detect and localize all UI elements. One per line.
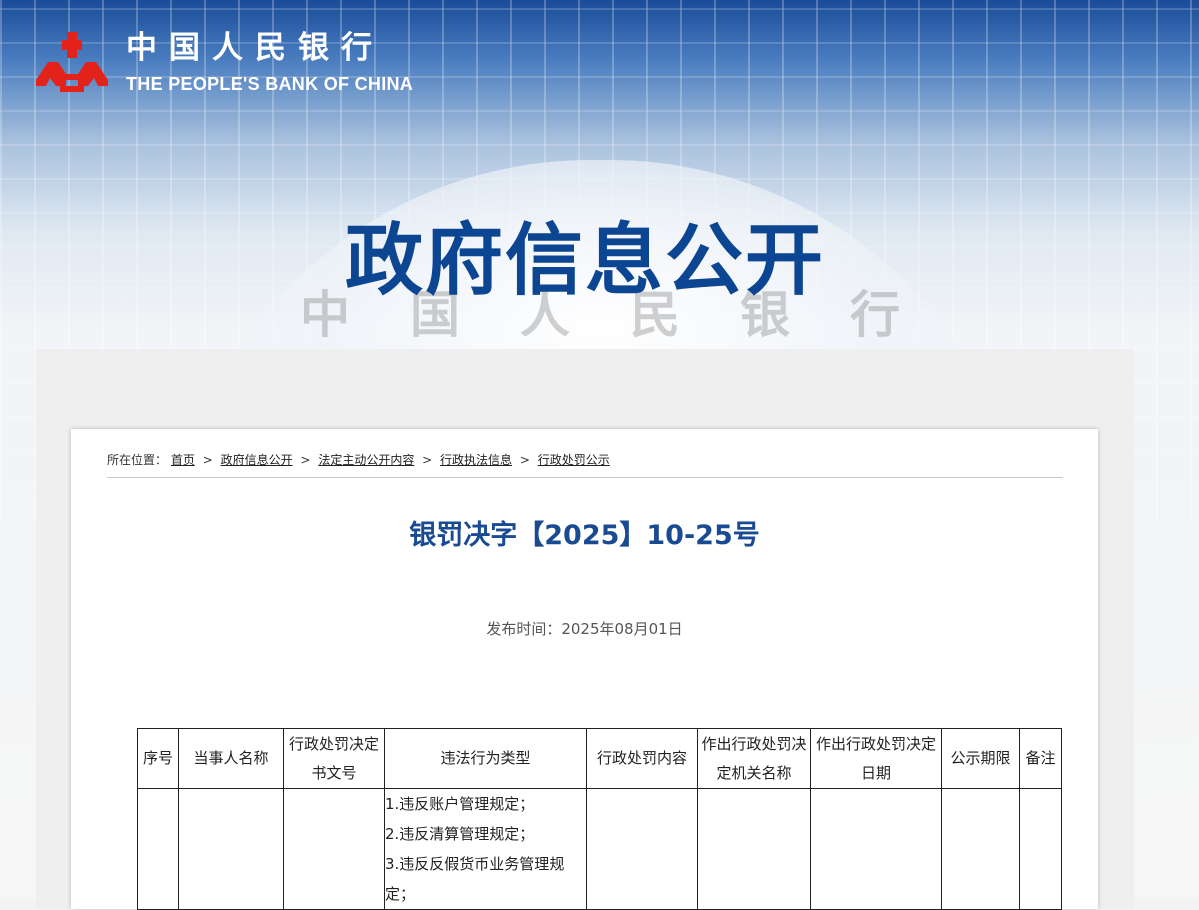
table-cell: [941, 788, 1020, 910]
header-cell-index: 序号: [137, 728, 179, 789]
table-cell: [697, 788, 811, 910]
document-title: 银罚决字【2025】10-25号: [409, 520, 760, 551]
table-cell: [586, 788, 698, 910]
content-card: 所在位置： 首页 > 政府信息公开 > 法定主动公开内容 > 行政执法信息 > …: [71, 429, 1098, 910]
table-cell: [810, 788, 942, 910]
table-cell: [1019, 788, 1062, 910]
breadcrumb-link-home[interactable]: 首页: [171, 453, 195, 467]
site-logo[interactable]: 中国人民银行 THE PEOPLE'S BANK OF CHINA: [36, 30, 413, 95]
violation-item: 2.违反清算管理规定；: [385, 825, 535, 843]
violation-item: 3.违反反假货币业务管理规定；: [385, 855, 565, 903]
header-cell-penalty-content: 行政处罚内容: [586, 728, 698, 789]
header-cell-violation-type: 违法行为类型: [384, 728, 587, 789]
breadcrumb-link-enforcement[interactable]: 行政执法信息: [440, 453, 512, 467]
header-cell-remarks: 备注: [1019, 728, 1062, 789]
breadcrumb: 所在位置： 首页 > 政府信息公开 > 法定主动公开内容 > 行政执法信息 > …: [107, 451, 610, 468]
breadcrumb-link-gov-info[interactable]: 政府信息公开: [221, 453, 293, 467]
header-cell-decision-date: 作出行政处罚决定日期: [810, 728, 942, 789]
breadcrumb-separator: >: [422, 453, 433, 467]
banner-title: 政府信息公开: [344, 216, 825, 306]
logo-chinese-name: 中国人民银行: [126, 30, 384, 66]
table-cell: [137, 788, 179, 910]
logo-english-name: THE PEOPLE'S BANK OF CHINA: [126, 74, 414, 94]
header-cell-publicity-period: 公示期限: [941, 728, 1020, 789]
violation-list-cell: 1.违反账户管理规定； 2.违反清算管理规定； 3.违反反假货币业务管理规定；: [384, 788, 587, 910]
breadcrumb-separator: >: [519, 453, 530, 467]
header-cell-decision-no: 行政处罚决定书文号: [283, 728, 385, 789]
violation-item: 1.违反账户管理规定；: [385, 795, 535, 813]
table-cell: [178, 788, 284, 910]
header-cell-authority: 作出行政处罚决定机关名称: [697, 728, 811, 789]
table-cell: [283, 788, 385, 910]
table-header-row: 序号 当事人名称 行政处罚决定书文号 违法行为类型 行政处罚内容 作出行政处罚决…: [137, 728, 1062, 789]
breadcrumb-prefix: 所在位置：: [107, 453, 168, 467]
pboc-emblem-icon: [36, 32, 108, 92]
header-cell-party: 当事人名称: [178, 728, 284, 789]
breadcrumb-link-penalty[interactable]: 行政处罚公示: [538, 453, 610, 467]
publish-time: 发布时间：2025年08月01日: [486, 620, 683, 638]
breadcrumb-separator: >: [202, 453, 213, 467]
penalty-table: 序号 当事人名称 行政处罚决定书文号 违法行为类型 行政处罚内容 作出行政处罚决…: [137, 728, 1062, 910]
breadcrumb-divider: [107, 477, 1063, 478]
breadcrumb-link-statutory[interactable]: 法定主动公开内容: [318, 453, 414, 467]
breadcrumb-separator: >: [300, 453, 311, 467]
table-row: 1.违反账户管理规定； 2.违反清算管理规定； 3.违反反假货币业务管理规定；: [137, 788, 1062, 910]
